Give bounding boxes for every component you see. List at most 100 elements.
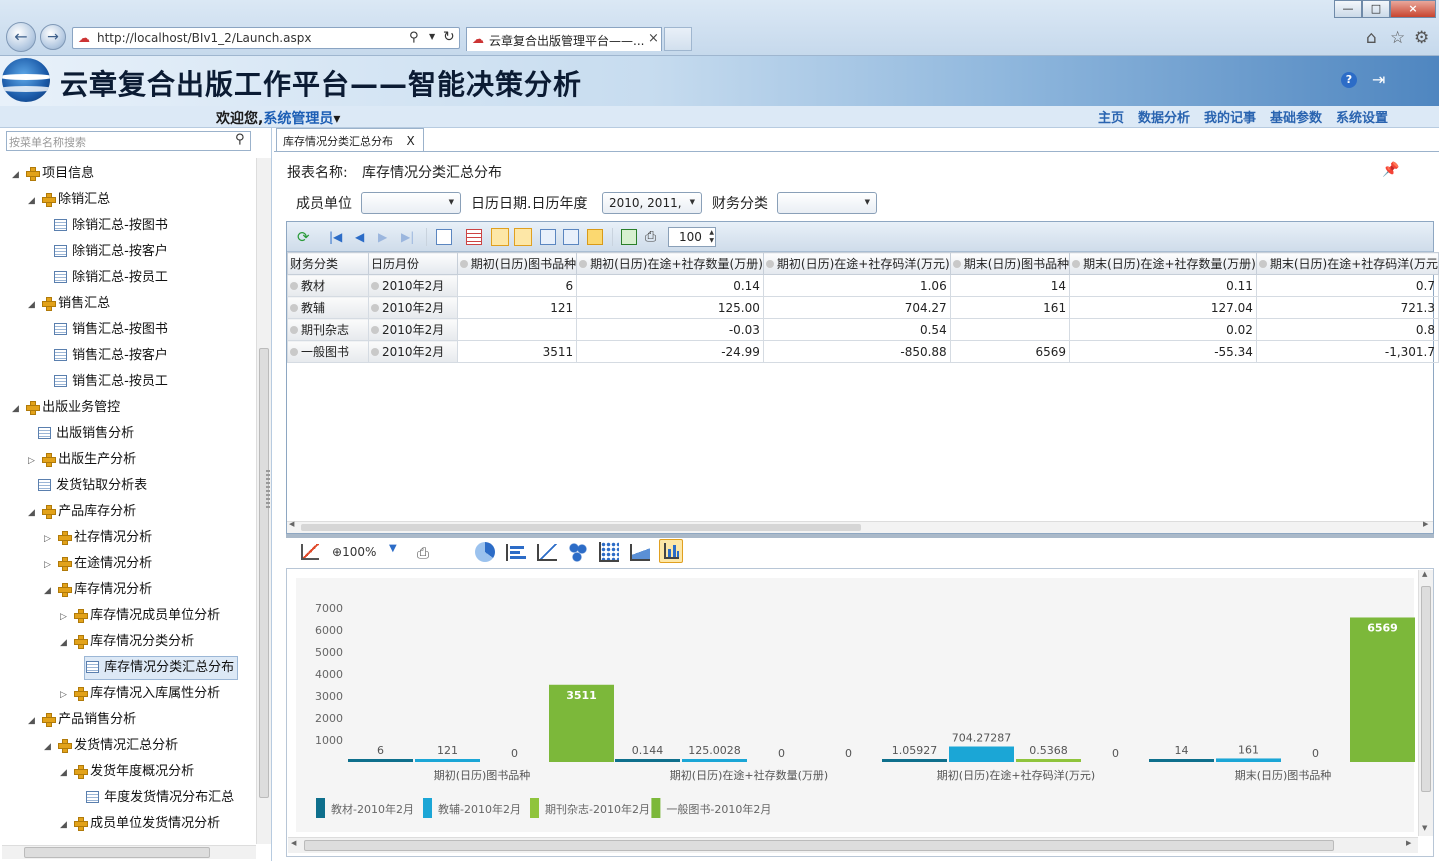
menu-system-settings[interactable]: 系统设置 — [1336, 107, 1388, 126]
expander-icon[interactable]: ◢ — [60, 760, 70, 786]
pie-chart-icon[interactable] — [475, 542, 495, 562]
tree-item[interactable]: 销售汇总-按客户 — [44, 343, 168, 369]
expander-icon[interactable]: ◢ — [12, 162, 22, 188]
expander-icon[interactable]: ▷ — [28, 448, 38, 474]
chart-horizontal-scrollbar[interactable]: ◀ ▶ — [288, 837, 1418, 853]
expander-icon[interactable]: ◢ — [60, 630, 70, 656]
table-row[interactable]: 教辅 2010年2月 121 125.00 704.27 161 127.04 721.3 — [286, 296, 1439, 319]
area-chart-icon[interactable] — [630, 544, 650, 561]
column-chart-icon[interactable] — [659, 539, 683, 563]
spinner-icon[interactable]: ▲ ▼ — [709, 229, 714, 245]
tree-item[interactable]: ◢ 项目信息 — [12, 161, 94, 187]
expander-icon[interactable]: ◢ — [28, 500, 38, 526]
column-header[interactable]: 期末(日历)在途+社存数量(万册) — [1069, 252, 1257, 275]
tree-item[interactable]: 除销汇总-按员工 — [44, 265, 168, 291]
search-icon[interactable]: ⚲ — [235, 132, 245, 147]
expander-icon[interactable]: ▷ — [44, 552, 54, 578]
table-row[interactable]: 教材 2010年2月 6 0.14 1.06 14 0.11 0.7 — [286, 274, 1439, 297]
calendar-year-select[interactable]: 2010, 2011, — [602, 192, 702, 214]
tree-item[interactable]: ▷ 库存情况入库属性分析 — [60, 681, 220, 707]
first-page-icon[interactable]: |◀ — [329, 229, 345, 245]
column-header[interactable]: 日历月份 — [368, 252, 458, 275]
clear-icon[interactable] — [587, 229, 603, 245]
table-row[interactable]: 一般图书 2010年2月 3511 -24.99 -850.88 6569 -55.34 -1… — [286, 340, 1439, 363]
expand-icon[interactable] — [563, 229, 579, 245]
tree-item[interactable]: ◢ 成员单位发货情况分析 — [60, 811, 220, 837]
tree-item[interactable]: ▷ 社存情况分析 — [44, 525, 152, 551]
report-tab-close[interactable]: X — [407, 134, 415, 148]
dropdown-icon[interactable]: ▼ — [429, 32, 435, 41]
column-header[interactable]: 期末(日历)图书品种 — [949, 252, 1071, 275]
tree-item[interactable]: ◢ 销售汇总 — [28, 291, 110, 317]
menu-base-params[interactable]: 基础参数 — [1270, 107, 1322, 126]
expander-icon[interactable]: ◢ — [44, 734, 54, 760]
home-icon[interactable]: ⌂ — [1366, 28, 1377, 48]
column-header[interactable]: 期初(日历)图书品种 — [456, 252, 578, 275]
finance-category-select[interactable] — [777, 192, 877, 214]
expander-icon[interactable]: ◢ — [28, 708, 38, 734]
refresh-icon[interactable]: ⟳ — [297, 229, 313, 245]
expander-icon[interactable]: ◢ — [12, 396, 22, 422]
browser-tab[interactable]: ☁ 云章复合出版管理平台——... × — [466, 27, 662, 51]
expander-icon[interactable]: ▷ — [44, 526, 54, 552]
export-icon[interactable] — [540, 229, 556, 245]
maximize-button[interactable]: □ — [1362, 0, 1390, 18]
page-size-input[interactable]: 100 ▲ ▼ — [668, 227, 716, 247]
help-icon[interactable]: ? — [1341, 72, 1357, 88]
zoom-control[interactable]: ⊕100% — [332, 545, 376, 559]
search-icon[interactable]: ⚲ — [409, 30, 419, 45]
chart-vertical-scrollbar[interactable]: ▲ ▼ — [1418, 570, 1433, 836]
pin-icon[interactable]: 📌 — [1382, 162, 1399, 178]
expander-icon[interactable]: ◢ — [28, 188, 38, 214]
scatter-chart-icon[interactable] — [599, 542, 619, 562]
tree-item[interactable]: ◢ 发货情况汇总分析 — [44, 733, 178, 759]
bubble-chart-icon[interactable] — [568, 542, 588, 562]
member-unit-select[interactable] — [361, 192, 461, 214]
print-icon[interactable]: ⎙ — [645, 229, 661, 245]
tree-item[interactable]: 库存情况分类汇总分布 — [76, 655, 234, 681]
tree-item[interactable]: ◢ 发货年度概况分析 — [60, 759, 194, 785]
column-header[interactable]: 期末(日历)在途+社存码洋(万元 — [1255, 252, 1439, 275]
column-header[interactable]: 期初(日历)在途+社存数量(万册) — [576, 252, 764, 275]
favorites-star-icon[interactable]: ☆ — [1390, 28, 1405, 48]
tab-close-icon[interactable]: × — [648, 31, 659, 46]
tree-item[interactable]: 销售汇总-按员工 — [44, 369, 168, 395]
menu-home[interactable]: 主页 — [1098, 107, 1124, 126]
expander-icon[interactable]: ◢ — [60, 812, 70, 838]
tree-item[interactable]: ◢ 产品销售分析 — [28, 707, 136, 733]
report-tab[interactable]: 库存情况分类汇总分布 X — [276, 128, 424, 152]
tree-item[interactable]: ▷ 库存情况成员单位分析 — [60, 603, 220, 629]
last-page-icon[interactable]: ▶| — [401, 229, 417, 245]
menu-data-analysis[interactable]: 数据分析 — [1138, 107, 1190, 126]
close-window-button[interactable]: × — [1390, 0, 1436, 18]
tree-item[interactable]: ◢ 产品库存分析 — [28, 499, 136, 525]
tree-item[interactable]: ◢ 库存情况分类分析 — [60, 629, 194, 655]
current-user[interactable]: 系统管理员 — [263, 111, 333, 127]
tree-item[interactable]: 除销汇总-按图书 — [44, 213, 168, 239]
tree-item[interactable]: ▷ 出版生产分析 — [28, 447, 136, 473]
copy-icon[interactable] — [436, 229, 452, 245]
gear-icon[interactable]: ⚙ — [1414, 28, 1429, 48]
grid-horizontal-scrollbar[interactable]: ◀ ▶ — [287, 520, 1433, 533]
expander-icon[interactable]: ◢ — [44, 578, 54, 604]
zoom-dropdown-icon[interactable]: ▼ — [389, 543, 397, 554]
tree-item[interactable]: ◢ 库存情况分析 — [44, 577, 152, 603]
table-icon[interactable] — [466, 229, 482, 245]
tree-item[interactable]: 发货钻取分析表 — [28, 473, 147, 499]
next-page-icon[interactable]: ▶ — [378, 229, 394, 245]
expander-icon[interactable]: ▷ — [60, 682, 70, 708]
print-chart-icon[interactable]: ⎙ — [417, 544, 429, 562]
refresh-icon[interactable]: ↻ — [443, 29, 455, 45]
column-header[interactable]: 财务分类 — [286, 252, 370, 275]
minimize-button[interactable]: — — [1334, 0, 1362, 18]
column-header[interactable]: 期初(日历)在途+社存码洋(万元) — [762, 252, 951, 275]
tree-item[interactable]: 除销汇总-按客户 — [44, 239, 168, 265]
prev-page-icon[interactable]: ◀ — [355, 229, 371, 245]
back-arrow-icon[interactable]: ← — [6, 22, 36, 52]
tree-item[interactable]: ◢ 除销汇总 — [28, 187, 110, 213]
splitter-handle[interactable] — [266, 470, 270, 510]
new-tab-button[interactable] — [664, 27, 692, 51]
tree-item[interactable]: ◢ 出版业务管控 — [12, 395, 120, 421]
tree-item[interactable]: 年度发货情况分布汇总 — [76, 785, 234, 811]
address-bar[interactable]: ☁ http://localhost/BIv1_2/Launch.aspx ⚲ … — [72, 27, 460, 49]
